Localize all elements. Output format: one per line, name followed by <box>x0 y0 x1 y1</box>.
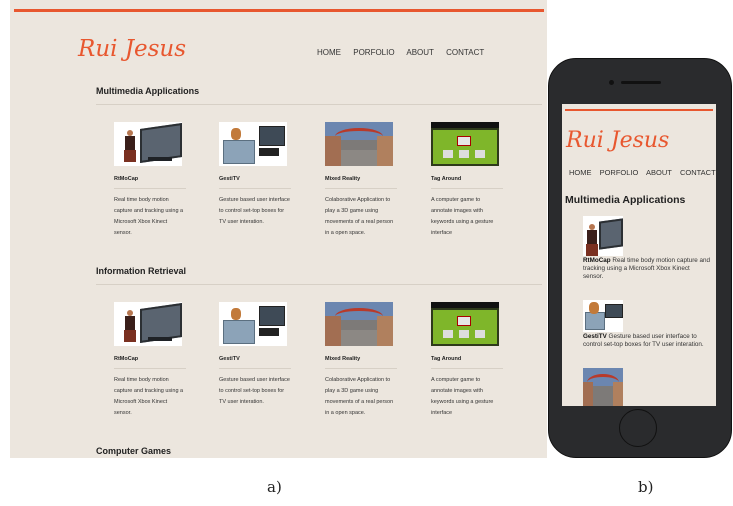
main-nav: HOME PORFOLIO ABOUT CONTACT <box>317 48 494 57</box>
top-accent-line <box>14 9 544 12</box>
project-card[interactable]: GestiTV Gesture based user interface to … <box>219 302 291 408</box>
mixed-reality-thumbnail[interactable] <box>325 302 393 346</box>
mixed-reality-thumbnail[interactable] <box>325 122 393 166</box>
project-title[interactable]: Tag Around <box>431 176 503 189</box>
nav-about[interactable]: ABOUT <box>406 48 434 57</box>
section-title: Computer Games <box>96 446 172 456</box>
section-divider <box>96 284 542 285</box>
project-description: Gesture based user interface to control … <box>219 377 290 405</box>
project-description: Colaborative Application to play a 3D ga… <box>325 197 394 236</box>
nav-about[interactable]: ABOUT <box>646 168 672 177</box>
project-card[interactable]: Mixed Reality Colaborative Application t… <box>325 122 397 239</box>
section-title: Multimedia Applications <box>96 86 200 96</box>
nav-home[interactable]: HOME <box>317 48 341 57</box>
gestitv-thumbnail[interactable] <box>219 122 287 166</box>
project-card[interactable]: RtMoCap Real time body motion capture an… <box>583 216 711 281</box>
nav-porfolio[interactable]: PORFOLIO <box>353 48 394 57</box>
gestitv-thumbnail[interactable] <box>583 300 623 332</box>
project-description: Gesture based user interface to control … <box>219 197 290 225</box>
camera-icon <box>609 80 614 85</box>
rtmocap-thumbnail[interactable] <box>114 302 182 346</box>
tag-around-thumbnail[interactable] <box>431 302 499 346</box>
main-nav: HOME PORFOLIO ABOUT CONTACT <box>569 168 716 177</box>
rtmocap-thumbnail[interactable] <box>583 216 623 256</box>
project-title[interactable]: GestiTV <box>583 333 607 340</box>
project-card[interactable] <box>583 368 711 406</box>
phone-frame: Rui Jesus HOME PORFOLIO ABOUT CONTACT Mu… <box>548 58 732 458</box>
project-title[interactable]: Mixed Reality <box>325 176 397 189</box>
project-description: Colaborative Application to play a 3D ga… <box>325 377 394 416</box>
caption-a: a) <box>267 478 282 496</box>
speaker-icon <box>621 81 661 84</box>
project-card[interactable]: GestiTV Gesture based user interface to … <box>219 122 291 228</box>
project-title[interactable]: GestiTV <box>219 176 291 189</box>
section-title: Multimedia Applications <box>565 194 686 206</box>
site-logo[interactable]: Rui Jesus <box>78 36 186 62</box>
project-card[interactable]: Tag Around A computer game to annotate i… <box>431 302 503 419</box>
desktop-view: Rui Jesus HOME PORFOLIO ABOUT CONTACT Mu… <box>10 0 547 458</box>
caption-b: b) <box>638 478 654 496</box>
project-title[interactable]: RtMoCap <box>114 356 186 369</box>
project-description: Real time body motion capture and tracki… <box>114 197 184 236</box>
gestitv-thumbnail[interactable] <box>219 302 287 346</box>
project-card[interactable]: GestiTV Gesture based user interface to … <box>583 300 711 349</box>
project-description: Real time body motion capture and tracki… <box>114 377 184 416</box>
project-description: A computer game to annotate images with … <box>431 197 494 236</box>
project-card[interactable]: RtMoCap Real time body motion capture an… <box>114 122 186 239</box>
section-title: Information Retrieval <box>96 266 187 276</box>
project-description: RtMoCap Real time body motion capture an… <box>583 257 711 281</box>
site-logo[interactable]: Rui Jesus <box>566 128 669 153</box>
project-card[interactable]: Mixed Reality Colaborative Application t… <box>325 302 397 419</box>
project-title[interactable]: GestiTV <box>219 356 291 369</box>
project-description: A computer game to annotate images with … <box>431 377 494 416</box>
project-title[interactable]: RtMoCap <box>583 257 611 264</box>
top-accent-line <box>565 109 713 111</box>
project-title[interactable]: Mixed Reality <box>325 356 397 369</box>
project-description: GestiTV Gesture based user interface to … <box>583 333 711 349</box>
project-title[interactable]: RtMoCap <box>114 176 186 189</box>
project-card[interactable]: Tag Around A computer game to annotate i… <box>431 122 503 239</box>
project-title[interactable]: Tag Around <box>431 356 503 369</box>
project-card[interactable]: RtMoCap Real time body motion capture an… <box>114 302 186 419</box>
section-divider <box>96 104 542 105</box>
nav-contact[interactable]: CONTACT <box>680 168 716 177</box>
rtmocap-thumbnail[interactable] <box>114 122 182 166</box>
nav-contact[interactable]: CONTACT <box>446 48 484 57</box>
mobile-view: Rui Jesus HOME PORFOLIO ABOUT CONTACT Mu… <box>562 104 716 406</box>
nav-home[interactable]: HOME <box>569 168 592 177</box>
home-button[interactable] <box>619 409 657 447</box>
tag-around-thumbnail[interactable] <box>431 122 499 166</box>
mixed-reality-thumbnail[interactable] <box>583 368 623 406</box>
nav-porfolio[interactable]: PORFOLIO <box>600 168 639 177</box>
